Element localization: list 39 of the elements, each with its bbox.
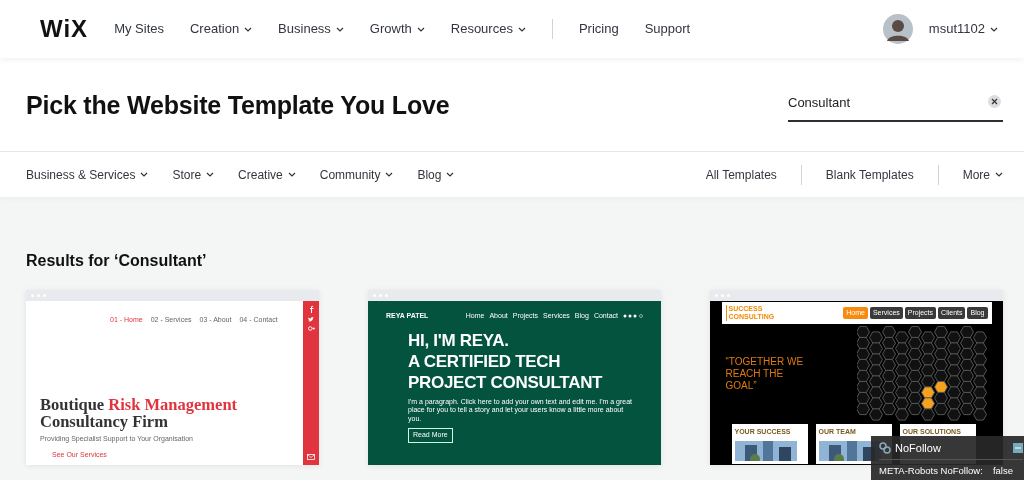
category-link[interactable]: Creative: [238, 165, 296, 184]
nav-link-item[interactable]: Business: [278, 19, 344, 39]
wix-logo[interactable]: WiX: [40, 11, 89, 47]
link-icon: [879, 442, 891, 455]
minimize-button[interactable]: [1013, 443, 1023, 454]
clear-button[interactable]: [988, 94, 1001, 108]
template-filter-link[interactable]: All Templates: [705, 165, 777, 184]
social-icons-drawing: [623, 314, 645, 319]
bird-icon[interactable]: [308, 317, 314, 322]
template-filter-link[interactable]: More: [962, 165, 1003, 184]
user-menu[interactable]: msut1102: [928, 19, 998, 39]
template-headline: PROJECT CONSULTANT: [408, 371, 603, 393]
avatar[interactable]: [882, 14, 913, 44]
nav-link-item[interactable]: Resources: [450, 19, 526, 39]
nav-link-item[interactable]: Pricing: [578, 19, 619, 39]
category-link[interactable]: Community: [319, 165, 394, 184]
popup-title: NoFollow: [895, 441, 941, 456]
category-link[interactable]: Store: [172, 165, 215, 184]
results-heading: Results for ‘Consultant’: [26, 251, 208, 271]
close-icon: [991, 97, 998, 105]
mail-icon[interactable]: [307, 454, 315, 460]
category-link[interactable]: Blog: [417, 165, 455, 184]
chevron-down-icon: [990, 26, 998, 32]
nav-link-item[interactable]: Support: [644, 19, 691, 39]
template-quote: “TOGETHER WE REACH THE GOAL”: [725, 356, 805, 392]
popup-label: META-Robots NoFollow:: [879, 463, 983, 478]
nav-link-item[interactable]: Growth: [369, 19, 425, 39]
nav-link-item[interactable]: My Sites: [114, 19, 164, 39]
google-plus-icon[interactable]: [307, 326, 315, 331]
facebook-icon[interactable]: [308, 306, 314, 313]
nav-link-item[interactable]: Creation: [189, 19, 253, 39]
popup-value: false: [992, 463, 1013, 478]
category-link[interactable]: Business & Services: [26, 165, 149, 184]
template-headline: Boutique Risk Management Consultancy Firm: [40, 395, 239, 431]
template-headline: HI, I'M REYA.: [408, 329, 509, 351]
template-card[interactable]: [368, 290, 661, 465]
page-title: Pick the Website Template You Love: [26, 89, 450, 120]
template-headline: A CERTIFIED TECH: [408, 350, 561, 372]
template-filter-link[interactable]: Blank Templates: [825, 165, 914, 184]
